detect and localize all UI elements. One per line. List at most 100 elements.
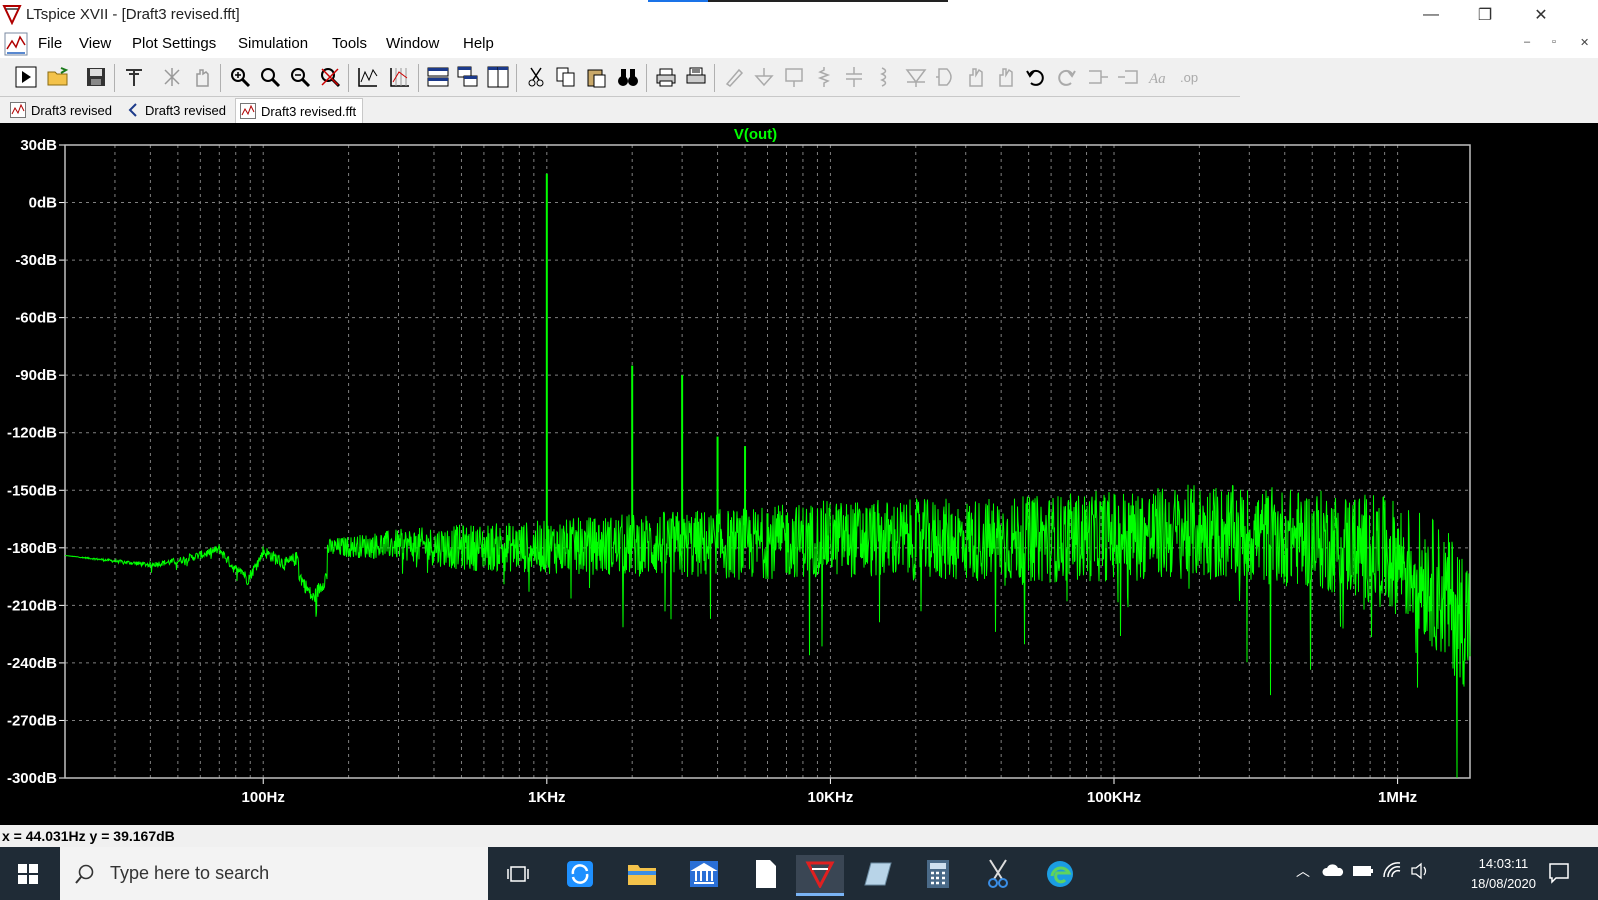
toolbar-separator [418, 64, 419, 92]
save-icon[interactable] [84, 65, 108, 89]
notification-center-icon[interactable] [1548, 862, 1570, 884]
redo-icon[interactable] [1054, 65, 1078, 89]
y-tick-label: -90dB [15, 367, 57, 384]
close-button[interactable]: ✕ [1518, 0, 1564, 30]
grid-icon[interactable] [388, 65, 412, 89]
toolbar-separator [114, 64, 115, 92]
menu-help[interactable]: Help [463, 35, 494, 52]
svg-text:Aa: Aa [1148, 71, 1166, 87]
restore-button[interactable]: ❐ [1462, 0, 1508, 30]
halt-icon[interactable] [160, 65, 184, 89]
calculator-icon[interactable] [918, 855, 958, 893]
diode-icon[interactable] [904, 65, 928, 89]
find-binoculars-icon[interactable] [616, 65, 640, 89]
windows-taskbar: Type here to search ︿ 14:03:11 18/08/202… [0, 847, 1598, 900]
print-preview-icon[interactable] [684, 65, 708, 89]
zoom-cancel-icon[interactable] [318, 65, 342, 89]
y-tick-label: -150dB [7, 482, 57, 499]
tab-draft3-fft[interactable]: Draft3 revised.fft [235, 98, 363, 123]
waveform-icon [240, 103, 256, 119]
menu-simulation[interactable]: Simulation [238, 35, 308, 52]
run-icon[interactable] [14, 65, 38, 89]
fft-plot[interactable]: 30dB 0dB -30dB -60dB -90dB -120dB -150dB -180dB… [0, 123, 1598, 825]
text-icon[interactable]: Aa [1146, 65, 1170, 89]
tab-label: Draft3 revised.fft [261, 103, 357, 119]
clock-time: 14:03:11 [1478, 856, 1529, 871]
document-app-icon[interactable] [746, 855, 786, 893]
minimize-button[interactable]: — [1408, 0, 1454, 30]
y-tick-label: -30dB [15, 252, 57, 269]
windows-start-icon[interactable] [8, 855, 48, 893]
open-folder-icon[interactable] [46, 65, 70, 89]
task-view-icon[interactable] [498, 855, 538, 893]
wire-pencil-icon[interactable] [722, 65, 746, 89]
bank-app-icon[interactable] [684, 855, 724, 893]
tab-draft3-waveform[interactable]: Draft3 revised [6, 98, 122, 122]
search-placeholder: Type here to search [110, 863, 270, 883]
tab-label: Draft3 revised [31, 102, 112, 118]
rotate-icon[interactable] [1086, 65, 1110, 89]
y-tick-label: -270dB [7, 712, 57, 729]
cascade-windows-icon[interactable] [456, 65, 480, 89]
ltspice-taskbar-icon[interactable] [796, 855, 844, 896]
toolbar-separator [646, 64, 647, 92]
component-icon[interactable] [934, 65, 958, 89]
menu-view[interactable]: View [79, 35, 111, 52]
pan-hand-icon[interactable] [190, 65, 214, 89]
print-icon[interactable] [654, 65, 678, 89]
svg-text:.op: .op [1180, 70, 1198, 85]
menu-file[interactable]: File [38, 35, 62, 52]
clock-date: 18/08/2020 [1470, 876, 1536, 891]
waveform-document-icon[interactable] [4, 31, 28, 57]
capacitor-icon[interactable] [842, 65, 866, 89]
cut-icon[interactable] [524, 65, 548, 89]
wifi-icon[interactable] [1382, 861, 1402, 879]
taskbar-search-box[interactable]: Type here to search [60, 847, 488, 900]
menu-tools[interactable]: Tools [332, 35, 367, 52]
title-accent-highlight [648, 0, 708, 2]
menu-plot-settings[interactable]: Plot Settings [132, 35, 216, 52]
label-net-icon[interactable] [782, 65, 806, 89]
mdi-restore-button[interactable]: ▫ [1552, 36, 1556, 48]
ground-icon[interactable] [752, 65, 776, 89]
toolbar-separator [714, 64, 715, 92]
zoom-area-icon[interactable] [258, 65, 282, 89]
move-hand-icon[interactable] [964, 65, 988, 89]
show-hidden-icons-icon[interactable]: ︿ [1296, 861, 1310, 881]
menu-bar: File View Plot Settings Simulation Tools… [0, 30, 1598, 58]
waveform-viewer[interactable]: 30dB 0dB -30dB -60dB -90dB -120dB -150dB -180dB… [0, 123, 1598, 825]
mdi-close-button[interactable]: ✕ [1580, 36, 1589, 49]
copy-icon[interactable] [554, 65, 578, 89]
taskbar-clock[interactable]: 14:03:11 18/08/2020 [1471, 854, 1536, 894]
notes-app-icon[interactable] [858, 855, 898, 893]
mirror-icon[interactable] [1116, 65, 1140, 89]
undo-icon[interactable] [1024, 65, 1048, 89]
menu-window[interactable]: Window [386, 35, 439, 52]
inductor-icon[interactable] [872, 65, 896, 89]
onedrive-cloud-icon[interactable] [1322, 863, 1344, 877]
zoom-in-icon[interactable] [228, 65, 252, 89]
mdi-minimize-button[interactable]: – [1524, 36, 1530, 48]
battery-icon[interactable] [1352, 865, 1374, 877]
drag-hand-icon[interactable] [994, 65, 1018, 89]
zoom-out-icon[interactable] [288, 65, 312, 89]
tile-vertical-icon[interactable] [486, 65, 510, 89]
file-explorer-icon[interactable] [622, 855, 662, 893]
snipping-tool-icon[interactable] [978, 855, 1018, 893]
volume-icon[interactable] [1410, 862, 1430, 880]
spice-directive-icon[interactable]: .op [1178, 65, 1202, 89]
control-panel-icon[interactable] [122, 65, 146, 89]
x-tick-label: 1KHz [528, 789, 566, 806]
autorange-icon[interactable] [356, 65, 380, 89]
sync-app-icon[interactable] [560, 855, 600, 893]
resistor-icon[interactable] [812, 65, 836, 89]
x-tick-label: 100KHz [1087, 789, 1141, 806]
y-tick-label: -240dB [7, 655, 57, 672]
edge-browser-icon[interactable] [1040, 855, 1080, 893]
x-tick-label: 10KHz [807, 789, 853, 806]
y-tick-label: 0dB [29, 195, 58, 212]
ltspice-app-icon [2, 5, 22, 25]
paste-icon[interactable] [584, 65, 608, 89]
tile-horizontal-icon[interactable] [426, 65, 450, 89]
tab-draft3-schematic[interactable]: Draft3 revised [124, 98, 234, 122]
